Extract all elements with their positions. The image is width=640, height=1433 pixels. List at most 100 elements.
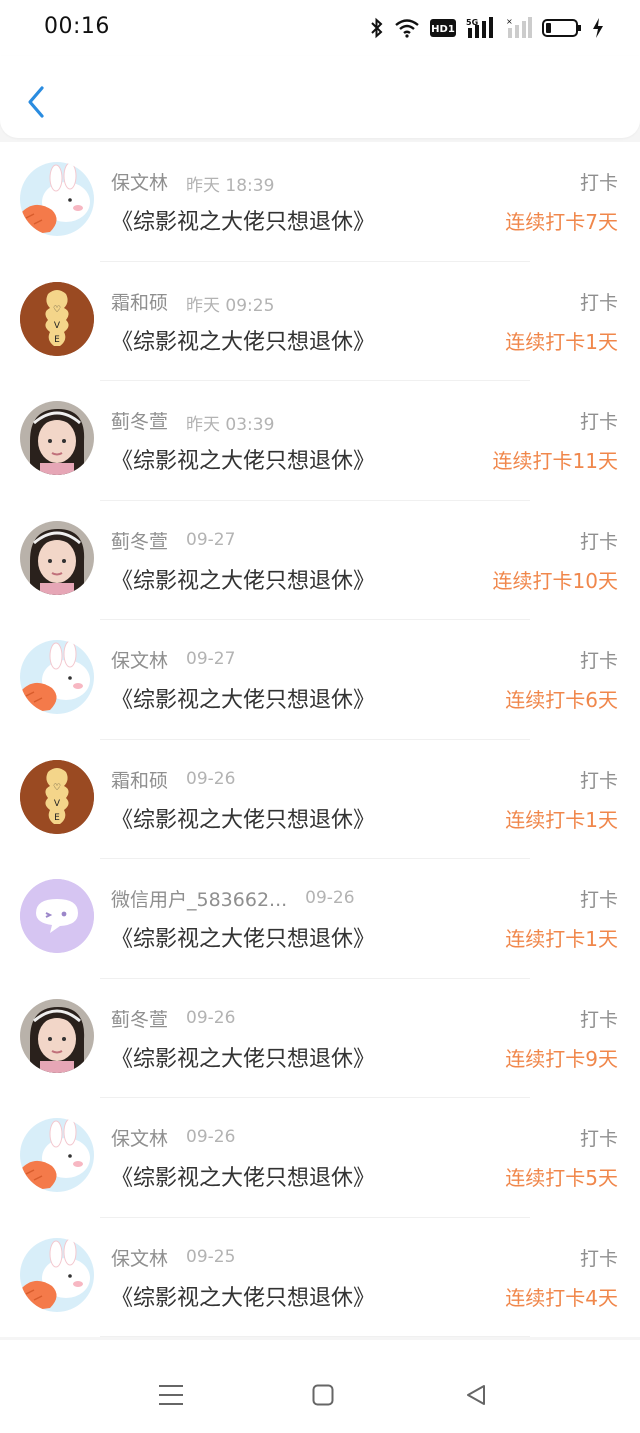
back-triangle-icon xyxy=(467,1385,485,1405)
user-name: 保文林 xyxy=(111,1128,169,1150)
checkin-time: 09-26 xyxy=(186,1127,236,1147)
streak-label: 连续打卡10天 xyxy=(492,568,618,593)
avatar[interactable] xyxy=(20,1118,94,1192)
book-title: 《综影视之大佬只想退休》 xyxy=(111,1285,376,1311)
book-title: 《综影视之大佬只想退休》 xyxy=(111,807,376,833)
avatar[interactable] xyxy=(20,1237,94,1312)
action-label: 打卡 xyxy=(579,889,618,911)
checkin-time: 09-27 xyxy=(186,649,236,669)
header-bar xyxy=(0,56,640,138)
list-item[interactable]: 保文林 09-26 《综影视之大佬只想退休》 打卡连续打卡5天 xyxy=(0,1098,640,1218)
list-item[interactable]: 蓟冬萱 昨天 03:39 《综影视之大佬只想退休》 打卡连续打卡11天 xyxy=(0,381,640,501)
list-item[interactable]: 保文林 昨天 18:39 《综影视之大佬只想退休》 打卡连续打卡7天 xyxy=(0,142,640,262)
action-label: 打卡 xyxy=(579,650,618,672)
streak-label: 连续打卡1天 xyxy=(505,329,618,354)
avatar[interactable] xyxy=(20,520,94,595)
chevron-left-icon xyxy=(28,86,44,118)
action-label: 打卡 xyxy=(579,411,618,433)
back-nav-button[interactable] xyxy=(459,1378,493,1412)
status-time: 00:16 xyxy=(44,14,110,39)
avatar[interactable]: ♡ V E xyxy=(20,759,94,834)
checkin-time: 09-26 xyxy=(186,1007,236,1028)
status-bar: 00:16 HD1 5G × xyxy=(0,0,640,56)
action-label: 打卡 xyxy=(579,172,618,194)
svg-text:×: × xyxy=(506,17,513,26)
checkin-time: 昨天 03:39 xyxy=(186,415,275,435)
action-label: 打卡 xyxy=(579,530,618,553)
list-item[interactable]: 微信用户_583662... 09-26 《综影视之大佬只想退休》 打卡连续打卡1天 xyxy=(0,859,640,979)
streak-label: 连续打卡5天 xyxy=(505,1166,618,1190)
checkin-time: 09-26 xyxy=(186,768,236,789)
user-name: 微信用户_583662... xyxy=(111,889,288,911)
user-name: 蓟冬萱 xyxy=(111,1008,169,1031)
action-label: 打卡 xyxy=(579,291,618,314)
list-item[interactable]: 保文林 09-25 《综影视之大佬只想退休》 打卡连续打卡4天 xyxy=(0,1218,640,1337)
user-name: 蓟冬萱 xyxy=(111,530,169,553)
user-name: 保文林 xyxy=(111,650,169,672)
signal-5g-icon: 5G xyxy=(466,17,496,39)
svg-text:V: V xyxy=(54,799,61,809)
hd-icon: HD1 xyxy=(430,19,456,37)
row-divider xyxy=(100,1336,530,1337)
action-label: 打卡 xyxy=(579,769,618,792)
avatar[interactable] xyxy=(20,401,94,475)
streak-label: 连续打卡6天 xyxy=(505,688,618,712)
user-name: 保文林 xyxy=(111,1247,169,1270)
user-name: 蓟冬萱 xyxy=(111,411,169,433)
checkin-list: 保文林 昨天 18:39 《综影视之大佬只想退休》 打卡 连续打卡7天 ♡ V E 霜和硕 昨天 … xyxy=(0,142,640,1337)
user-name: 保文林 xyxy=(111,172,169,194)
checkin-time: 09-26 xyxy=(305,888,355,908)
book-title: 《综影视之大佬只想退休》 xyxy=(111,927,376,952)
action-label: 打卡 xyxy=(579,1128,618,1150)
streak-label: 连续打卡11天 xyxy=(492,449,618,473)
home-square-icon xyxy=(312,1384,334,1406)
action-label: 打卡 xyxy=(579,1247,618,1270)
system-nav-bar xyxy=(0,1340,640,1433)
user-name: 霜和硕 xyxy=(111,291,169,314)
streak-label: 连续打卡1天 xyxy=(505,927,618,951)
status-icons: HD1 5G × xyxy=(370,14,604,42)
book-title: 《综影视之大佬只想退休》 xyxy=(111,1166,376,1191)
checkin-time: 09-27 xyxy=(186,529,236,550)
svg-text:♡: ♡ xyxy=(53,783,61,793)
avatar[interactable] xyxy=(20,640,94,714)
checkin-time: 昨天 18:39 xyxy=(186,176,275,196)
book-title: 《综影视之大佬只想退休》 xyxy=(111,688,376,713)
list-item[interactable]: 蓟冬萱 09-27 《综影视之大佬只想退休》 打卡连续打卡10天 xyxy=(0,501,640,620)
action-label: 打卡 xyxy=(579,1008,618,1031)
avatar[interactable] xyxy=(20,879,94,953)
svg-text:V: V xyxy=(54,321,61,331)
list-item[interactable]: 蓟冬萱 09-26 《综影视之大佬只想退休》 打卡连续打卡9天 xyxy=(0,979,640,1098)
list-item[interactable]: 保文林 09-27 《综影视之大佬只想退休》 打卡连续打卡6天 xyxy=(0,620,640,740)
streak-label: 连续打卡9天 xyxy=(505,1046,618,1071)
avatar[interactable] xyxy=(20,998,94,1073)
avatar[interactable] xyxy=(20,162,94,236)
streak-label: 连续打卡7天 xyxy=(505,210,618,234)
hd-label: HD1 xyxy=(431,24,455,35)
list-item[interactable]: ♡ V E 霜和硕 09-26 《综影视之大佬只想退休》 打卡连续打卡1天 xyxy=(0,740,640,859)
book-title: 《综影视之大佬只想退休》 xyxy=(111,568,376,594)
user-name: 霜和硕 xyxy=(111,769,169,792)
book-title: 《综影视之大佬只想退休》 xyxy=(111,329,376,355)
svg-text:E: E xyxy=(54,813,60,823)
book-title: 《综影视之大佬只想退休》 xyxy=(111,449,376,474)
list-item[interactable]: ♡ V E 霜和硕 昨天 09:25 《综影视之大佬只想退休》 打卡连续打卡1天 xyxy=(0,262,640,381)
streak-label: 连续打卡4天 xyxy=(505,1285,618,1310)
menu-icon xyxy=(159,1385,183,1405)
avatar[interactable]: ♡ V E xyxy=(20,281,94,356)
streak-label: 连续打卡1天 xyxy=(505,807,618,832)
svg-text:♡: ♡ xyxy=(53,305,61,315)
back-button[interactable] xyxy=(18,82,54,122)
bluetooth-icon xyxy=(370,17,384,39)
charging-icon xyxy=(592,18,604,38)
battery-icon xyxy=(542,18,582,38)
svg-text:E: E xyxy=(54,335,60,345)
signal-off-icon: × xyxy=(506,17,532,39)
menu-button[interactable] xyxy=(154,1378,188,1412)
home-button[interactable] xyxy=(306,1378,340,1412)
book-title: 《综影视之大佬只想退休》 xyxy=(111,1046,376,1072)
wifi-icon xyxy=(394,18,420,38)
book-title: 《综影视之大佬只想退休》 xyxy=(111,210,376,235)
checkin-time: 09-25 xyxy=(186,1246,236,1267)
checkin-time: 昨天 09:25 xyxy=(186,295,275,316)
